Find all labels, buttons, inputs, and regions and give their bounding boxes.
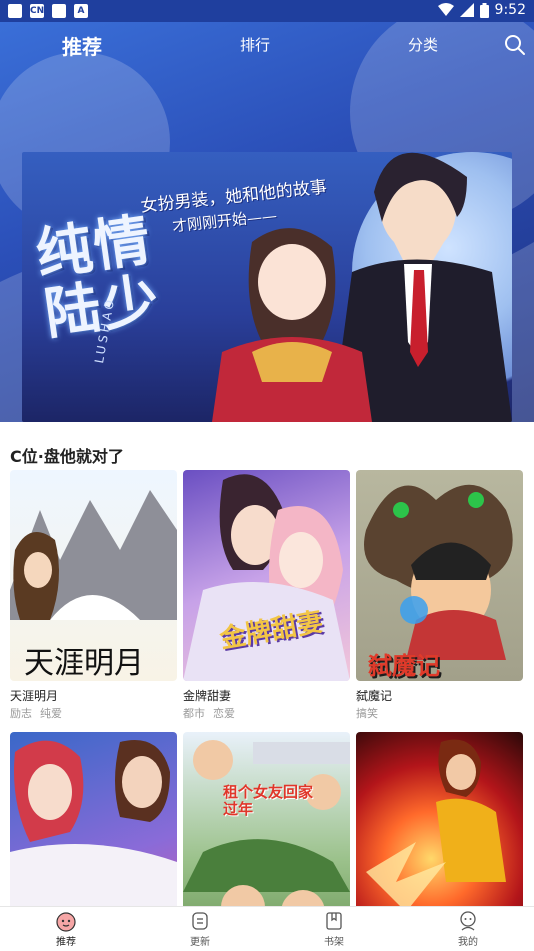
square-icon — [52, 4, 66, 18]
search-icon[interactable] — [504, 34, 526, 56]
comic-tag: 纯爱 — [40, 707, 62, 720]
home-icon — [56, 912, 76, 932]
profile-icon — [460, 911, 476, 931]
comic-tag: 搞笑 — [356, 707, 378, 720]
update-icon — [192, 912, 208, 930]
comic-cover[interactable]: 弑魔记 — [356, 470, 523, 681]
status-time: 9:52 — [494, 2, 526, 18]
tab-bar-bookshelf[interactable]: 书架 — [294, 910, 374, 948]
banner-characters-illustration — [212, 152, 512, 422]
status-bar: CN A 9:52 — [0, 0, 534, 22]
banner-title: 纯情陆少 — [32, 206, 165, 348]
comic-card[interactable]: 金牌甜妻 金牌甜妻 都市 恋爱 — [183, 470, 350, 721]
tab-recommend[interactable]: 推荐 — [62, 31, 102, 60]
section-title: C位·盘他就对了 — [10, 447, 124, 466]
tab-bar-profile[interactable]: 我的 — [428, 910, 508, 948]
comic-tag: 励志 — [10, 707, 32, 720]
comic-tags: 励志 纯爱 — [10, 705, 177, 721]
cn-icon: CN — [30, 4, 45, 18]
wifi-icon — [437, 3, 454, 16]
tab-bar-label: 书架 — [324, 937, 344, 948]
cover-title-text: 租个女友回家过年 — [223, 783, 314, 818]
tab-bar-recommend[interactable]: 推荐 — [26, 910, 106, 948]
comic-tags: 都市 恋爱 — [183, 705, 350, 721]
tab-ranking[interactable]: 排行 — [240, 34, 270, 55]
tab-bar-update[interactable]: 更新 — [160, 910, 240, 948]
cover-title-text: 天涯明月 — [24, 646, 144, 681]
comic-title: 弑魔记 — [356, 689, 393, 703]
top-navigation: 推荐 排行 分类 — [0, 22, 534, 70]
tab-category[interactable]: 分类 — [408, 34, 438, 55]
comic-card[interactable]: 弑魔记 弑魔记 搞笑 — [356, 470, 523, 721]
bookshelf-icon — [326, 912, 342, 930]
tab-bar-label: 我的 — [458, 937, 478, 948]
battery-icon — [479, 2, 489, 18]
tab-bar-label: 推荐 — [56, 937, 76, 948]
comic-title: 天涯明月 — [10, 689, 59, 703]
comic-card[interactable]: 天涯明月 天涯明月 励志 纯爱 — [10, 470, 177, 721]
bottom-tab-bar: 推荐 更新 书架 我的 — [0, 906, 534, 951]
comic-tags: 搞笑 — [356, 705, 523, 721]
comic-cover[interactable]: 金牌甜妻 — [183, 470, 350, 681]
notification-icon — [8, 4, 22, 18]
comic-tag: 都市 — [183, 707, 205, 720]
comic-tag: 恋爱 — [213, 707, 235, 720]
cover-illustration — [183, 474, 350, 681]
signal-icon — [459, 3, 474, 17]
tab-bar-label: 更新 — [190, 937, 210, 948]
comic-cover[interactable]: 天涯明月 — [10, 470, 177, 681]
a-icon: A — [74, 4, 88, 18]
cover-title-text: 弑魔记 — [368, 651, 440, 680]
hero-area: 推荐 排行 分类 女扮男装，她和他的故事 才刚刚开始—— 纯情陆少 LUSHAO — [0, 22, 534, 422]
comic-title: 金牌甜妻 — [183, 689, 232, 703]
featured-banner[interactable]: 女扮男装，她和他的故事 才刚刚开始—— 纯情陆少 LUSHAO — [22, 152, 512, 422]
